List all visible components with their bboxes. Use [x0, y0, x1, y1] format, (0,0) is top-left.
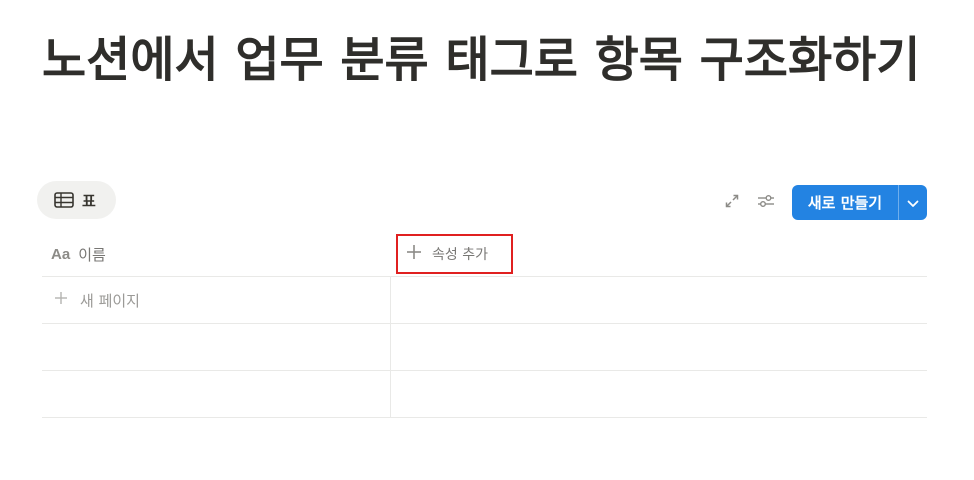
tab-table-view[interactable]: 표 [37, 181, 116, 219]
table-header-row: Aa 이름 속성 추가 [42, 232, 927, 277]
new-page-button[interactable]: 새 페이지 [51, 290, 140, 311]
tab-label: 표 [82, 191, 96, 210]
plus-icon [406, 244, 422, 264]
new-button-group: 새로 만들기 [792, 185, 927, 220]
notion-page: 노션에서 업무 분류 태그로 항목 구조화하기 표 새로 만들기 Aa 이름 속… [0, 0, 974, 480]
new-button-dropdown[interactable] [899, 185, 927, 220]
add-property-button[interactable]: 속성 추가 [396, 234, 513, 274]
table-row [42, 371, 927, 418]
name-column-header[interactable]: Aa 이름 [42, 232, 391, 276]
name-cell[interactable] [42, 371, 391, 417]
table-icon [54, 192, 74, 208]
text-type-icon: Aa [51, 245, 71, 263]
chevron-down-icon [907, 193, 919, 212]
table-cell[interactable] [391, 277, 927, 323]
page-title[interactable]: 노션에서 업무 분류 태그로 항목 구조화하기 [42, 30, 932, 90]
name-cell: 새 페이지 [42, 277, 391, 323]
new-button[interactable]: 새로 만들기 [792, 185, 898, 220]
table-row [42, 324, 927, 371]
table-cell[interactable] [391, 371, 927, 417]
sliders-icon[interactable] [757, 192, 775, 210]
add-property-label: 속성 추가 [432, 247, 488, 263]
expand-icon[interactable] [723, 192, 741, 210]
plus-icon [54, 291, 68, 309]
table-row: 새 페이지 [42, 277, 927, 324]
name-column-label: 이름 [78, 245, 106, 264]
new-page-label: 새 페이지 [80, 291, 140, 310]
table-cell[interactable] [391, 324, 927, 370]
name-cell[interactable] [42, 324, 391, 370]
database-table: Aa 이름 속성 추가 새 페이지 [42, 232, 927, 418]
